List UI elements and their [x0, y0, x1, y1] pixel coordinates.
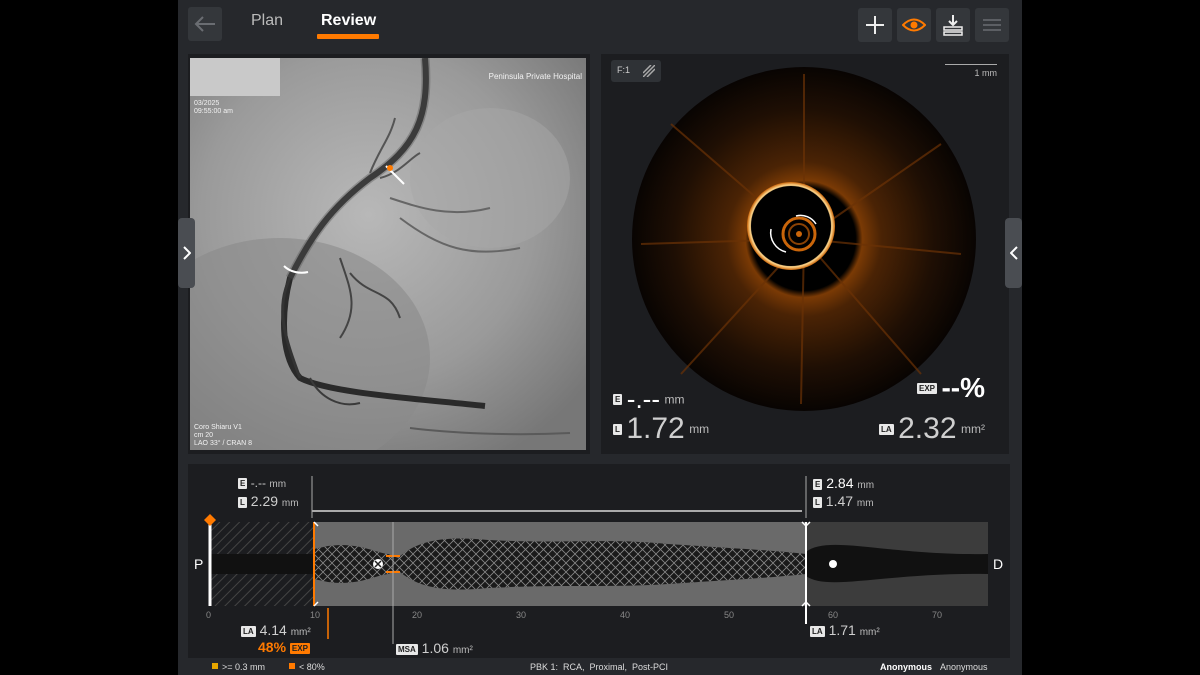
- angiogram-image[interactable]: Peninsula Private Hospital 03/2025 09:55…: [190, 58, 586, 450]
- chevron-right-icon: [182, 246, 191, 260]
- tick-label: 40: [620, 610, 631, 620]
- tick-label: 10: [310, 610, 321, 620]
- acquisition-time: 09:55:00 am: [194, 108, 233, 115]
- tab-review[interactable]: Review: [321, 12, 376, 30]
- lumen-area: LA 2.32 mm²: [879, 412, 985, 446]
- angio-overlay-line-3: LAO 33° / CRAN 8: [194, 440, 253, 447]
- exp-tag: EXP: [917, 382, 938, 394]
- msa-unit: mm²: [452, 645, 473, 656]
- oct-cross-section-panel: F:1 1 mm E -.-- mm EXP --% L 1.72 mm LA …: [601, 54, 1009, 454]
- distal-area-measure: LA 1.71 mm²: [810, 622, 880, 638]
- lumen-value: 1.72: [626, 412, 685, 445]
- procedure-info: PBK 1: RCA, Proximal, Post-PCI: [530, 662, 669, 672]
- user-name: Anonymous: [940, 662, 988, 672]
- lumen-tag: L: [613, 423, 622, 435]
- msa-tag: MSA: [396, 643, 418, 655]
- acquisition-date: 03/2025: [194, 100, 220, 107]
- user-name-bold: Anonymous: [880, 662, 933, 672]
- lumen-unit: mm: [689, 422, 710, 437]
- menu-button[interactable]: [975, 8, 1009, 42]
- proximal-area-measure: LA 4.14 mm²: [241, 622, 311, 638]
- active-tab-indicator: [317, 34, 379, 39]
- plus-icon: [866, 16, 884, 34]
- view-toggle-button[interactable]: [897, 8, 931, 42]
- external-diameter: E -.-- mm: [613, 384, 684, 415]
- distal-label: D: [993, 556, 1004, 572]
- dist-la-value: 1.71: [828, 622, 856, 638]
- expansion-value-display: EXP --%: [917, 372, 985, 404]
- proximal-label: P: [194, 556, 204, 572]
- msa-measure: MSA 1.06 mm²: [396, 640, 473, 656]
- eye-icon: [902, 18, 926, 32]
- right-panel-handle[interactable]: [1005, 218, 1022, 288]
- legend-label-2: < 80%: [299, 662, 325, 672]
- area-value: 2.32: [898, 412, 957, 445]
- legend-swatch-yellow: [212, 663, 218, 669]
- longitudinal-graphic[interactable]: [188, 464, 1010, 658]
- prox-exp-tag: EXP: [289, 642, 310, 654]
- tick-label: 70: [932, 610, 943, 620]
- proximal-expansion-measure: 48% EXP: [258, 639, 310, 655]
- dist-la-tag: LA: [810, 625, 825, 637]
- angiography-panel: Peninsula Private Hospital 03/2025 09:55…: [188, 54, 590, 454]
- tab-plan[interactable]: Plan: [251, 12, 283, 30]
- left-panel-handle[interactable]: [178, 218, 195, 288]
- prox-la-unit: mm²: [290, 627, 311, 638]
- angio-overlay-line-1: Coro Shiaru V1: [194, 424, 242, 431]
- angiogram-graphic: [190, 58, 586, 450]
- status-bar: >= 0.3 mm < 80% PBK 1: RCA, Proximal, Po…: [178, 660, 1022, 675]
- msa-value: 1.06: [421, 640, 449, 656]
- app-window: Plan Review Peninsula Private Hospital 0…: [178, 0, 1022, 675]
- menu-icon: [983, 19, 1001, 31]
- chevron-left-icon: [1009, 246, 1018, 260]
- lumen-diameter: L 1.72 mm: [613, 412, 709, 446]
- add-button[interactable]: [858, 8, 892, 42]
- tick-label: 20: [412, 610, 423, 620]
- ext-value: -.--: [626, 384, 660, 414]
- dist-la-unit: mm²: [859, 627, 880, 638]
- legend-label-1: >= 0.3 mm: [222, 662, 266, 672]
- prox-la-tag: LA: [241, 625, 256, 637]
- ext-tag: E: [613, 394, 623, 405]
- export-button[interactable]: [936, 8, 970, 42]
- area-unit: mm²: [960, 422, 985, 437]
- ext-unit: mm: [664, 392, 685, 407]
- tick-label: 50: [724, 610, 735, 620]
- back-button[interactable]: [188, 7, 222, 41]
- arrow-left-icon: [194, 16, 215, 32]
- top-bar: Plan Review: [178, 0, 1022, 48]
- hospital-name: Peninsula Private Hospital: [488, 72, 582, 81]
- prox-exp-value: 48%: [258, 639, 287, 655]
- longitudinal-panel: E -.-- mm L 2.29 mm E 2.84 mm L 1.47 mm: [188, 464, 1010, 658]
- area-tag: LA: [879, 423, 894, 435]
- tick-label: 0: [206, 610, 212, 620]
- legend-swatch-orange: [289, 663, 295, 669]
- exp-value: --%: [941, 372, 986, 403]
- download-icon: [943, 15, 963, 36]
- anonymization-mask: [190, 58, 280, 96]
- angio-overlay-line-2: cm 20: [194, 432, 214, 439]
- tick-label: 60: [828, 610, 839, 620]
- prox-la-value: 4.14: [259, 622, 287, 638]
- tick-label: 30: [516, 610, 527, 620]
